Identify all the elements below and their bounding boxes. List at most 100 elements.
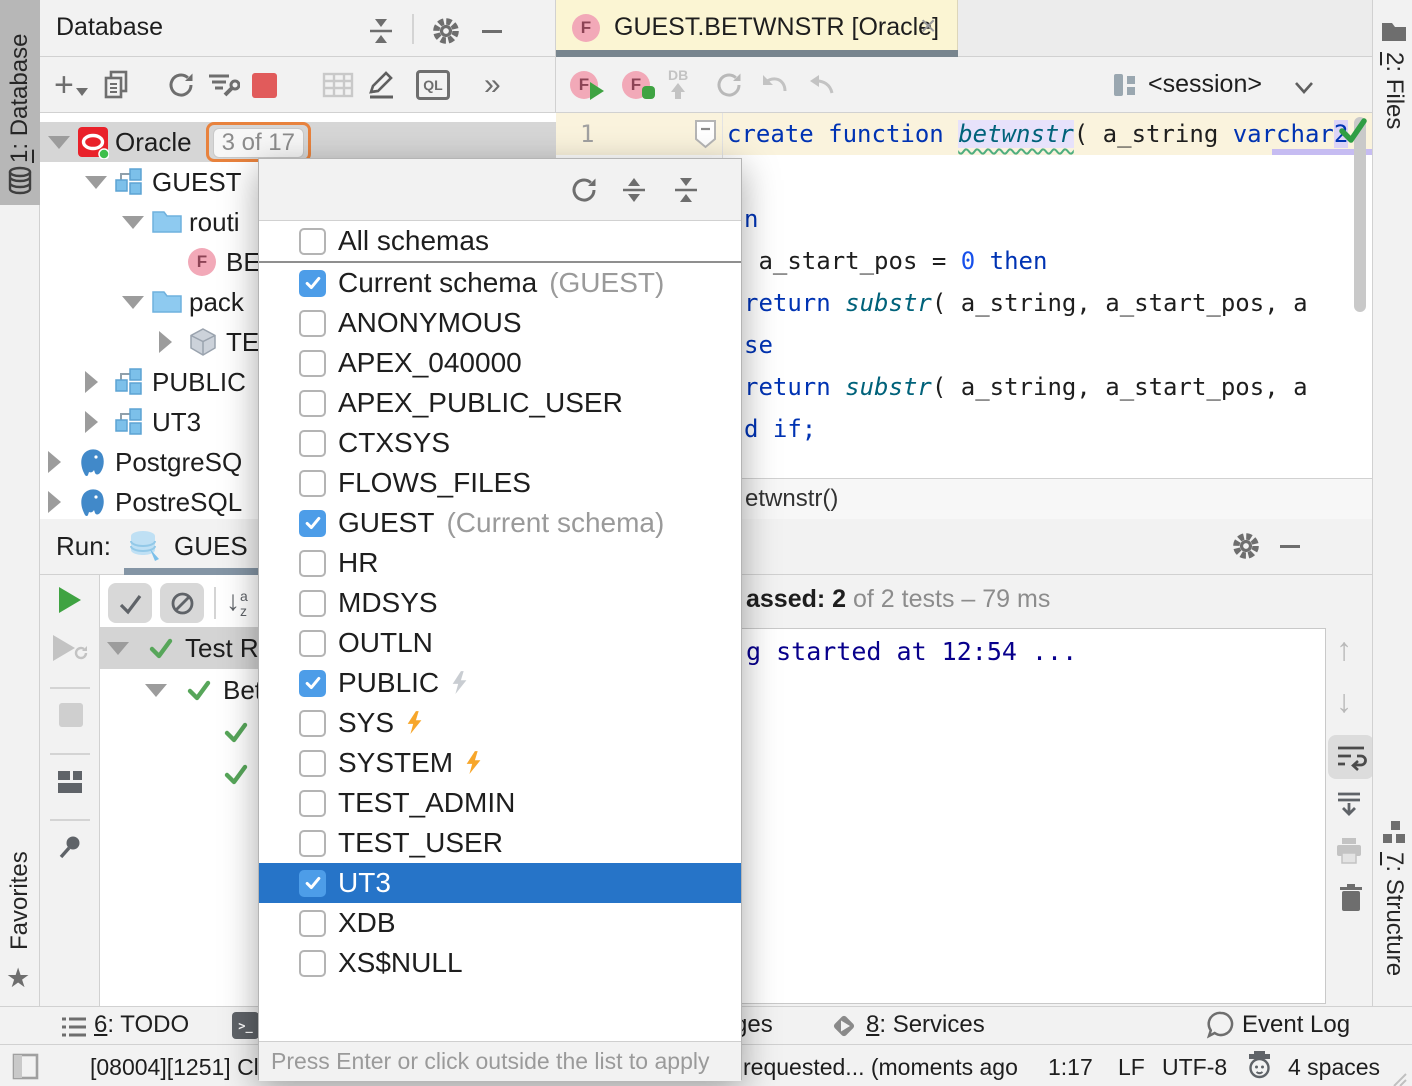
schema-option-PUBLIC[interactable]: PUBLIC	[259, 663, 741, 703]
checkbox-icon[interactable]	[299, 710, 326, 737]
print-icon[interactable]	[1334, 837, 1364, 870]
encoding-widget[interactable]: UTF-8	[1162, 1054, 1227, 1081]
checkbox-icon[interactable]	[299, 790, 326, 817]
schema-option-SYSTEM[interactable]: SYSTEM	[259, 743, 741, 783]
sidebar-tab-favorites[interactable]: Favorites ★	[0, 835, 40, 995]
checkbox-icon[interactable]	[299, 950, 326, 977]
refresh-icon-disabled[interactable]	[714, 65, 744, 105]
checkbox-icon[interactable]	[299, 550, 326, 577]
schema-option-APEX_PUBLIC_USER[interactable]: APEX_PUBLIC_USER	[259, 383, 741, 423]
expand-arrow-icon[interactable]	[122, 296, 151, 309]
breadcrumb-item[interactable]: etwnstr()	[745, 485, 838, 513]
caret-position-widget[interactable]: 1:17	[1048, 1054, 1093, 1081]
bottom-tab-services[interactable]: 8: Services	[866, 1011, 985, 1039]
bottom-tab-terminal[interactable]: >_	[232, 1012, 259, 1039]
rerun-button[interactable]	[59, 587, 81, 613]
checkbox-icon[interactable]	[299, 228, 326, 255]
hide-panel-icon[interactable]	[1280, 545, 1300, 548]
collapse-all-icon[interactable]	[366, 11, 396, 51]
add-datasource-button[interactable]: +	[54, 65, 88, 105]
debug-function-button[interactable]: F	[622, 65, 655, 105]
schema-option-UT3[interactable]: UT3	[259, 863, 741, 903]
checkbox-icon[interactable]	[299, 430, 326, 457]
schema-option-GUEST[interactable]: GUEST(Current schema)	[259, 503, 741, 543]
edit-icon[interactable]	[366, 65, 396, 105]
table-view-icon[interactable]	[322, 65, 354, 105]
schema-option-XS$NULL[interactable]: XS$NULL	[259, 943, 741, 983]
bottom-tab-event-log[interactable]: Event Log	[1242, 1011, 1350, 1039]
refresh-icon[interactable]	[569, 175, 599, 210]
bottom-tab-todo[interactable]: 6: TODO	[94, 1011, 189, 1039]
checkbox-icon[interactable]	[299, 390, 326, 417]
sidebar-tab-database[interactable]: 1: Database	[0, 0, 40, 205]
session-selector[interactable]: <session>	[1148, 70, 1262, 99]
next-occurrence-icon[interactable]: ↓	[1336, 683, 1352, 720]
checkbox-icon[interactable]	[299, 350, 326, 377]
schema-option-MDSYS[interactable]: MDSYS	[259, 583, 741, 623]
more-actions-icon[interactable]: »	[484, 65, 501, 105]
sidebar-tab-files[interactable]: 2: Files	[1373, 10, 1412, 170]
editor-tab[interactable]: F GUEST.BETWNSTR [Oracle] ×	[556, 0, 958, 57]
duplicate-icon[interactable]	[102, 65, 130, 105]
undo-icon[interactable]	[760, 65, 790, 105]
expand-arrow-icon[interactable]	[48, 451, 77, 473]
line-separator-widget[interactable]: LF	[1118, 1054, 1145, 1081]
checkbox-icon[interactable]	[299, 830, 326, 857]
sort-alphabetically-icon[interactable]: ↓ az	[226, 585, 248, 619]
hide-panel-icon[interactable]	[482, 11, 502, 51]
schema-option-FLOWS_FILES[interactable]: FLOWS_FILES	[259, 463, 741, 503]
inspection-ok-icon[interactable]	[1336, 113, 1370, 152]
fold-marker-icon[interactable]	[694, 119, 717, 154]
clear-console-icon[interactable]	[1338, 883, 1364, 918]
checkbox-icon[interactable]	[299, 750, 326, 777]
schema-option-APEX_040000[interactable]: APEX_040000	[259, 343, 741, 383]
checkbox-icon[interactable]	[299, 270, 326, 297]
schema-option-XDB[interactable]: XDB	[259, 903, 741, 943]
toolwindow-toggle-icon[interactable]	[12, 1053, 39, 1086]
gear-icon[interactable]	[430, 11, 462, 51]
sidebar-tab-structure[interactable]: 7: Structure	[1373, 818, 1412, 1018]
checkbox-icon[interactable]	[299, 670, 326, 697]
close-icon[interactable]: ×	[920, 10, 936, 42]
show-ignored-icon[interactable]	[160, 583, 204, 623]
refresh-icon[interactable]	[166, 65, 196, 105]
checkbox-icon[interactable]	[299, 630, 326, 657]
checkbox-icon[interactable]	[299, 910, 326, 937]
expand-all-icon[interactable]	[619, 175, 649, 210]
schema-option-All schemas[interactable]: All schemas	[259, 221, 741, 261]
status-message-left[interactable]: [08004][1251] Clie	[90, 1054, 277, 1081]
push-to-database-icon[interactable]: DB	[668, 63, 688, 103]
scroll-to-end-icon[interactable]	[1334, 791, 1364, 824]
chevron-down-icon[interactable]	[1294, 81, 1314, 99]
run-function-button[interactable]: F	[570, 65, 604, 105]
expand-arrow-icon[interactable]	[85, 176, 114, 189]
schema-option-CTXSYS[interactable]: CTXSYS	[259, 423, 741, 463]
show-passed-icon[interactable]	[108, 583, 152, 623]
stop-button[interactable]	[252, 65, 277, 105]
schema-option-ANONYMOUS[interactable]: ANONYMOUS	[259, 303, 741, 343]
checkbox-icon[interactable]	[299, 590, 326, 617]
schema-option-SYS[interactable]: SYS	[259, 703, 741, 743]
run-tab-label[interactable]: GUES	[174, 531, 248, 562]
schema-option-TEST_ADMIN[interactable]: TEST_ADMIN	[259, 783, 741, 823]
soft-wrap-icon[interactable]	[1328, 735, 1374, 779]
schema-option-HR[interactable]: HR	[259, 543, 741, 583]
pin-icon[interactable]	[57, 833, 84, 865]
prev-occurrence-icon[interactable]: ↑	[1336, 631, 1352, 668]
resize-grip[interactable]	[1390, 1067, 1408, 1086]
checkbox-icon[interactable]	[299, 870, 326, 897]
expand-arrow-icon[interactable]	[48, 491, 77, 513]
tree-item-Oracle[interactable]: Oracle3 of 17	[40, 122, 556, 162]
navigate-icon[interactable]	[806, 65, 836, 105]
expand-arrow-icon[interactable]	[85, 411, 114, 433]
checkbox-icon[interactable]	[299, 470, 326, 497]
schema-option-Current schema[interactable]: Current schema(GUEST)	[259, 263, 741, 303]
gear-icon[interactable]	[1230, 530, 1262, 567]
indent-widget[interactable]: 4 spaces	[1288, 1054, 1380, 1081]
status-message-right[interactable]: requested... (moments ago	[743, 1054, 1018, 1081]
schema-option-TEST_USER[interactable]: TEST_USER	[259, 823, 741, 863]
checkbox-icon[interactable]	[299, 510, 326, 537]
jump-to-console-icon[interactable]: QL	[416, 65, 450, 105]
schema-option-OUTLN[interactable]: OUTLN	[259, 623, 741, 663]
expand-arrow-icon[interactable]	[122, 216, 151, 229]
